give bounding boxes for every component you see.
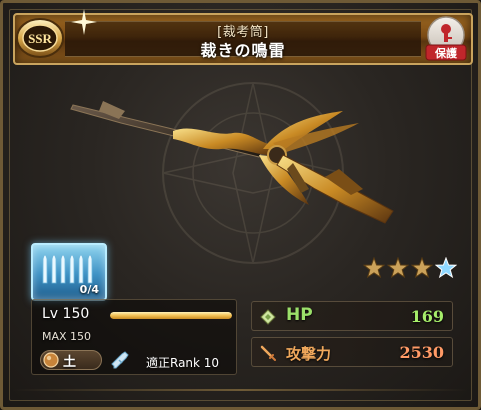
- max-level-label: MAX 150: [42, 330, 92, 343]
- weapon-detail-card: [裁考筒] 裁きの鳴雷 SSR 保護 0/4 Lv 150 MAX 150 土 …: [0, 0, 481, 410]
- attack-stat-row: 攻撃力 2530: [251, 337, 453, 367]
- weapon-artwork: [70, 101, 394, 224]
- bottom-divider: [13, 389, 468, 391]
- uncap-star-icon: [363, 257, 385, 279]
- lock-protect-icon[interactable]: 保護: [423, 15, 469, 63]
- sword-icon: [260, 345, 276, 361]
- slot-count: 0/4: [79, 283, 99, 296]
- element-label: 土: [63, 354, 77, 370]
- element-badge: 土: [40, 350, 102, 370]
- ssr-text: SSR: [28, 31, 52, 46]
- skill-slot[interactable]: 0/4: [31, 243, 107, 301]
- hp-value: 169: [410, 307, 444, 326]
- attack-value: 2530: [399, 343, 444, 362]
- rank-requirement: 適正Rank 10: [146, 356, 220, 370]
- earth-orb-icon: [43, 352, 59, 368]
- lock-label: 保護: [434, 46, 458, 60]
- weapon-name: 裁きの鳴雷: [200, 41, 286, 60]
- uncap-star-icon: [387, 257, 409, 279]
- sparkle-icon: [71, 9, 97, 35]
- level-label: Lv 150: [42, 306, 90, 322]
- level-progress-fill: [110, 312, 232, 319]
- gun-type-icon: [111, 351, 129, 369]
- uncap-star-icon: [411, 257, 433, 279]
- hp-label: HP: [286, 305, 313, 325]
- attack-label: 攻撃力: [286, 345, 332, 363]
- level-progress-bar: [110, 312, 232, 319]
- transcend-star-icon: [435, 257, 457, 279]
- ssr-rarity-icon: SSR: [16, 18, 64, 58]
- hp-stat-row: HP 169: [251, 301, 453, 331]
- level-panel: Lv 150 MAX 150 土 適正Rank 10: [31, 299, 237, 375]
- uncap-stars: [363, 257, 463, 279]
- diamond-icon: [260, 309, 276, 325]
